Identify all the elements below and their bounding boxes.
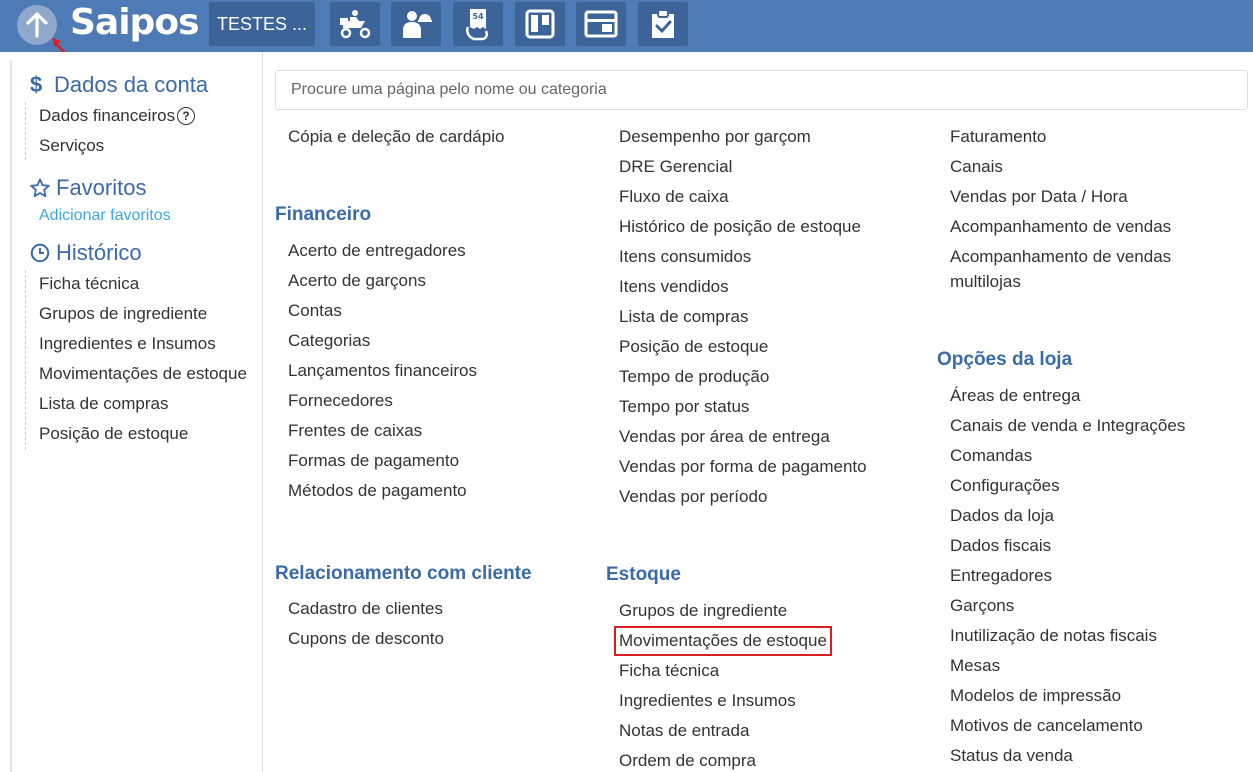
menu-item[interactable]: DRE Gerencial — [619, 157, 732, 177]
sidebar-item-ingredientes[interactable]: Ingredientes e Insumos — [39, 334, 216, 354]
menu-item[interactable]: Desempenho por garçom — [619, 127, 811, 147]
menu-item[interactable]: Frentes de caixas — [288, 421, 422, 441]
menu-item[interactable]: Vendas por Data / Hora — [950, 187, 1128, 207]
arrow-up-icon — [26, 12, 48, 38]
menu-item[interactable]: Dados da loja — [950, 506, 1054, 526]
section-heading-financeiro: Financeiro — [275, 204, 372, 225]
menu-item[interactable]: Fornecedores — [288, 391, 393, 411]
history-rule — [25, 270, 26, 450]
panel-icon — [584, 10, 618, 38]
menu-item[interactable]: Mesas — [950, 656, 1000, 676]
menu-item[interactable]: Vendas por período — [619, 487, 767, 507]
menu-item[interactable]: Faturamento — [950, 127, 1046, 147]
svg-text:54: 54 — [472, 12, 484, 21]
checklist-icon — [652, 9, 674, 38]
menu-item[interactable]: Vendas por forma de pagamento — [619, 457, 867, 477]
menu-item[interactable]: Vendas por área de entrega — [619, 427, 830, 447]
menu-item[interactable]: Acompanhamento de vendas multilojas — [950, 247, 1171, 292]
menu-item[interactable]: Tempo por status — [619, 397, 749, 417]
menu-item[interactable]: Formas de pagamento — [288, 451, 459, 471]
sidebar-edge — [10, 60, 12, 772]
menu-item[interactable]: Ordem de compra — [619, 751, 756, 771]
panel-button[interactable] — [576, 2, 626, 46]
menu-item[interactable]: Notas de entrada — [619, 721, 749, 741]
top-bar: Saipos TESTES ... 54 — [0, 0, 1253, 60]
menu-item[interactable]: Histórico de posição de estoque — [619, 217, 861, 237]
menu-item[interactable]: Cópia e deleção de cardápio — [288, 127, 504, 147]
sidebar-item-movimentacoes[interactable]: Movimentações de estoque — [39, 364, 247, 384]
menu-item[interactable]: Cadastro de clientes — [288, 599, 443, 619]
receipt-icon: 54 — [466, 9, 489, 41]
menu-item[interactable]: Posição de estoque — [619, 337, 768, 357]
menu-item[interactable]: Comandas — [950, 446, 1032, 466]
menu-item[interactable]: Fluxo de caixa — [619, 187, 729, 207]
menu-item[interactable]: Grupos de ingrediente — [619, 601, 787, 621]
store-selector-button[interactable]: TESTES ... — [209, 2, 315, 46]
menu-item[interactable]: Categorias — [288, 331, 370, 351]
add-favorites-link[interactable]: Adicionar favoritos — [39, 207, 171, 225]
menu-item[interactable]: Acompanhamento de vendas — [950, 217, 1171, 237]
sidebar-item-posicao-estoque[interactable]: Posição de estoque — [39, 424, 188, 444]
menu-item[interactable]: Itens vendidos — [619, 277, 729, 297]
sidebar-item-lista-compras[interactable]: Lista de compras — [39, 394, 168, 414]
favorites-heading: Favoritos — [30, 175, 146, 201]
sidebar-item-ficha-tecnica[interactable]: Ficha técnica — [39, 274, 139, 294]
menu-item[interactable]: Canais de venda e Integrações — [950, 416, 1185, 436]
waiter-button[interactable] — [391, 2, 441, 46]
menu-item-highlighted[interactable]: Movimentações de estoque — [614, 626, 832, 656]
sidebar-item-label: Dados financeiros — [39, 106, 176, 125]
delivery-button[interactable] — [330, 2, 380, 46]
search-input[interactable] — [275, 70, 1248, 110]
history-title: Histórico — [56, 240, 142, 265]
account-rule — [25, 102, 26, 160]
menu-item[interactable]: Canais — [950, 157, 1003, 177]
menu-item[interactable]: Inutilização de notas fiscais — [950, 626, 1157, 646]
star-icon — [30, 178, 50, 198]
menu-item[interactable]: Motivos de cancelamento — [950, 716, 1143, 736]
sidebar-item-servicos[interactable]: Serviços — [39, 136, 104, 156]
menu-item[interactable]: Contas — [288, 301, 342, 321]
sidebar-item-dados-financeiros[interactable]: Dados financeiros? — [39, 106, 196, 126]
menu-item[interactable]: Acerto de entregadores — [288, 241, 466, 261]
menu-item[interactable]: Áreas de entrega — [950, 386, 1080, 406]
menu-item[interactable]: Lista de compras — [619, 307, 748, 327]
menu-item[interactable]: Entregadores — [950, 566, 1052, 586]
sidebar-item-grupos-ingrediente[interactable]: Grupos de ingrediente — [39, 304, 207, 324]
menu-item[interactable]: Métodos de pagamento — [288, 481, 467, 501]
menu-item[interactable]: Ingredientes e Insumos — [619, 691, 796, 711]
section-heading-estoque: Estoque — [606, 564, 681, 585]
menu-item[interactable]: Acerto de garçons — [288, 271, 426, 291]
help-icon[interactable]: ? — [177, 107, 196, 125]
menu-item[interactable]: Lançamentos financeiros — [288, 361, 477, 381]
clock-icon — [30, 243, 50, 263]
menu-item[interactable]: Modelos de impressão — [950, 686, 1121, 706]
dollar-icon: $ — [30, 72, 43, 97]
menu-item[interactable]: Garçons — [950, 596, 1014, 616]
menu-item[interactable]: Configurações — [950, 476, 1060, 496]
menu-item[interactable]: Status da venda — [950, 746, 1073, 766]
favorites-title: Favoritos — [56, 175, 147, 200]
checklist-button[interactable] — [638, 2, 688, 46]
receipt-button[interactable]: 54 — [453, 2, 503, 46]
kanban-icon — [525, 9, 555, 39]
kanban-button[interactable] — [515, 2, 565, 46]
account-heading: $ Dados da conta — [30, 72, 208, 98]
section-heading-opcoes: Opções da loja — [937, 349, 1073, 370]
menu-item[interactable]: Itens consumidos — [619, 247, 751, 267]
saipos-logo[interactable]: Saipos — [70, 2, 199, 43]
menu-item[interactable]: Tempo de produção — [619, 367, 769, 387]
menu-item-line: Acompanhamento de vendas — [950, 247, 1172, 266]
waiter-icon — [403, 11, 432, 38]
menu-item-line: multilojas — [950, 272, 1021, 291]
menu-item[interactable]: Cupons de desconto — [288, 629, 444, 649]
menu-item[interactable]: Ficha técnica — [619, 661, 719, 681]
delivery-icon — [340, 10, 371, 39]
history-heading: Histórico — [30, 240, 142, 266]
account-title: Dados da conta — [54, 72, 209, 97]
menu-item[interactable]: Dados fiscais — [950, 536, 1051, 556]
section-heading-relacionamento: Relacionamento com cliente — [275, 563, 532, 584]
